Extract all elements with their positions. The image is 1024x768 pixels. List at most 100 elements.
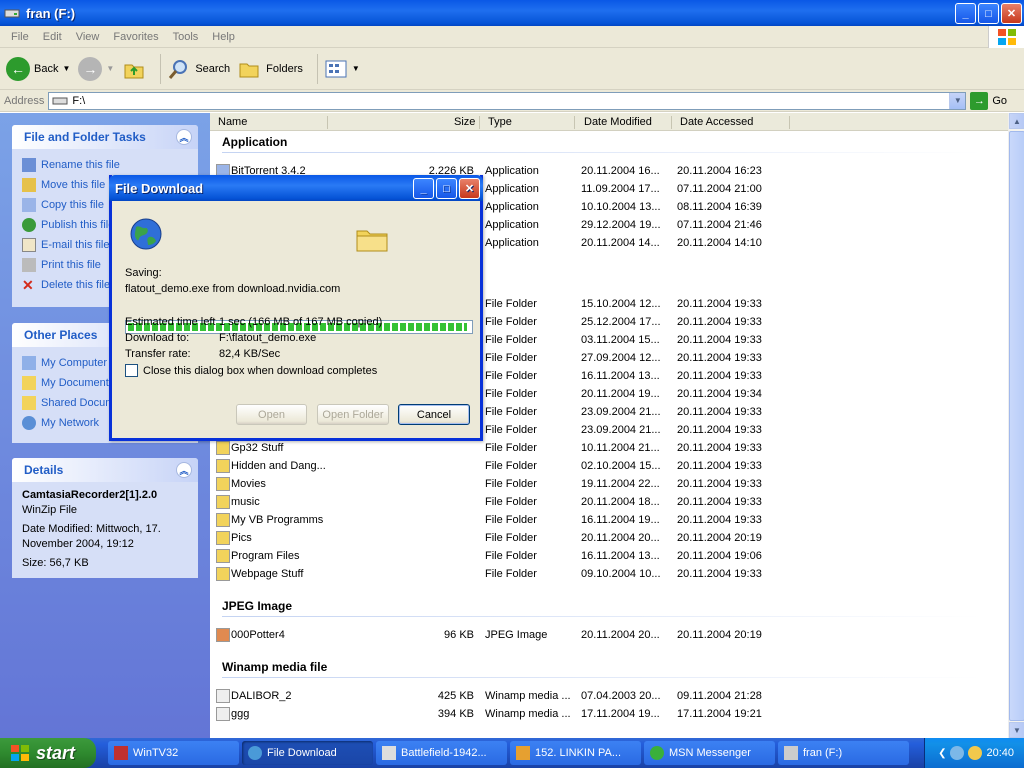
file-date-accessed: 20.11.2004 19:33 — [677, 316, 762, 328]
search-button[interactable]: Search — [167, 57, 230, 81]
col-type[interactable]: Type — [488, 116, 512, 128]
open-folder-button[interactable]: Open Folder — [317, 404, 389, 425]
file-name: ggg — [231, 708, 250, 720]
folders-button[interactable]: Folders — [238, 57, 303, 81]
file-row[interactable]: Movies File Folder 19.11.2004 22... 20.11.2… — [210, 476, 1008, 494]
audio-file-icon — [216, 689, 230, 703]
vertical-scrollbar[interactable]: ▲ ▼ — [1008, 113, 1024, 738]
dialog-close-button[interactable]: ✕ — [459, 178, 480, 199]
file-row[interactable]: Webpage Stuff File Folder 09.10.2004 10...… — [210, 566, 1008, 584]
file-date-accessed: 20.11.2004 19:33 — [677, 424, 762, 436]
file-row[interactable]: DALIBOR_2 425 KB Winamp media ... 07.04.200… — [210, 688, 1008, 706]
window-titlebar[interactable]: fran (F:) _ □ ✕ — [0, 0, 1024, 26]
collapse-chevron-icon[interactable]: ︽ — [176, 129, 192, 145]
file-date-accessed: 20.11.2004 20:19 — [677, 629, 762, 641]
task-battlefield[interactable]: Battlefield-1942... — [376, 741, 507, 765]
menu-view[interactable]: View — [69, 31, 107, 43]
file-row[interactable]: music File Folder 20.11.2004 18... 20.11.20… — [210, 494, 1008, 512]
task-msn[interactable]: MSN Messenger — [644, 741, 775, 765]
file-date-accessed: 20.11.2004 19:33 — [677, 352, 762, 364]
destination-value: F:\flatout_demo.exe — [219, 332, 317, 344]
folder-icon — [216, 513, 230, 527]
file-type: File Folder — [485, 442, 537, 454]
details-modified: Date Modified: Mittwoch, 17. — [22, 523, 161, 535]
forward-button[interactable]: → ▼ — [78, 56, 114, 81]
open-button[interactable]: Open — [236, 404, 307, 425]
file-type: Winamp media ... — [485, 690, 571, 702]
back-dropdown-icon[interactable]: ▼ — [62, 64, 70, 73]
go-label: Go — [992, 94, 1008, 107]
destination-label: Download to: — [125, 332, 190, 344]
task-label: File Download — [267, 747, 337, 759]
scroll-thumb[interactable] — [1009, 131, 1024, 721]
checkbox-box[interactable] — [125, 364, 138, 377]
dialog-titlebar[interactable]: File Download _ □ ✕ — [109, 175, 483, 201]
clock[interactable]: 20:40 — [986, 747, 1014, 759]
menu-favorites[interactable]: Favorites — [106, 31, 165, 43]
file-date-modified: 07.04.2003 20... — [581, 690, 661, 702]
menu-file[interactable]: File — [4, 31, 36, 43]
col-name[interactable]: Name — [218, 116, 247, 128]
task-wintv[interactable]: WinTV32 — [108, 741, 239, 765]
file-date-modified: 02.10.2004 15... — [581, 460, 661, 472]
dialog-minimize-button[interactable]: _ — [413, 178, 434, 199]
address-input[interactable]: F:\ ▼ — [48, 91, 967, 110]
file-row[interactable]: Program Files File Folder 16.11.2004 13...… — [210, 548, 1008, 566]
task-explorer[interactable]: fran (F:) — [778, 741, 909, 765]
panel-header[interactable]: Details ︽ — [12, 458, 198, 482]
file-row[interactable]: Gp32 Stuff File Folder 10.11.2004 21... 20.… — [210, 440, 1008, 458]
address-dropdown-icon[interactable]: ▼ — [949, 92, 966, 109]
minimize-button[interactable]: _ — [955, 3, 976, 24]
file-size: 96 KB — [444, 629, 474, 641]
file-type: File Folder — [485, 478, 537, 490]
tray-expand-icon[interactable]: ❮ — [938, 748, 946, 759]
views-dropdown-icon[interactable]: ▼ — [352, 64, 360, 73]
dialog-maximize-button[interactable]: □ — [436, 178, 457, 199]
collapse-chevron-icon[interactable]: ︽ — [176, 462, 192, 478]
file-name: Pics — [231, 532, 252, 544]
tray-volume-icon[interactable] — [968, 746, 983, 760]
details-type: WinZip File — [22, 504, 78, 516]
file-date-modified: 20.11.2004 19... — [581, 388, 660, 400]
menu-edit[interactable]: Edit — [36, 31, 69, 43]
tray-network-icon[interactable] — [950, 746, 965, 760]
file-date-modified: 20.11.2004 14... — [581, 237, 660, 249]
up-folder-button[interactable] — [122, 57, 146, 81]
file-type: File Folder — [485, 334, 537, 346]
cancel-button[interactable]: Cancel — [398, 404, 470, 425]
file-type: File Folder — [485, 460, 537, 472]
folder-icon — [216, 459, 230, 473]
panel-header[interactable]: File and Folder Tasks ︽ — [12, 125, 198, 149]
scroll-down-icon[interactable]: ▼ — [1009, 722, 1024, 738]
go-button[interactable]: → Go — [970, 91, 1008, 110]
views-button[interactable]: ▼ — [324, 57, 360, 81]
address-value: F:\ — [72, 94, 86, 107]
windows-flag-icon — [11, 745, 29, 761]
document-icon — [382, 746, 396, 760]
file-date-modified: 09.10.2004 10... — [581, 568, 661, 580]
menu-tools[interactable]: Tools — [166, 31, 206, 43]
file-row[interactable]: ggg 394 KB Winamp media ... 17.11.2004 19..… — [210, 706, 1008, 724]
task-winamp[interactable]: 152. LINKIN PA... — [510, 741, 641, 765]
documents-folder-icon — [22, 376, 36, 390]
file-row[interactable]: Hidden and Dang... File Folder 02.10.2004 … — [210, 458, 1008, 476]
scroll-up-icon[interactable]: ▲ — [1009, 113, 1024, 129]
back-button[interactable]: ← Back ▼ — [6, 56, 70, 81]
task-label: 152. LINKIN PA... — [535, 747, 622, 759]
start-button[interactable]: start — [0, 738, 96, 768]
menu-help[interactable]: Help — [205, 31, 242, 43]
file-row[interactable]: 000Potter4 96 KB JPEG Image 20.11.2004 20..… — [210, 627, 1008, 645]
file-row[interactable]: My VB Programms File Folder 16.11.2004 19.… — [210, 512, 1008, 530]
col-date-modified[interactable]: Date Modified — [584, 116, 652, 128]
close-when-complete-checkbox[interactable]: Close this dialog box when download comp… — [125, 364, 377, 377]
task-file-download[interactable]: File Download — [242, 741, 373, 765]
col-size[interactable]: Size — [454, 116, 475, 128]
close-button[interactable]: ✕ — [1001, 3, 1022, 24]
forward-dropdown-icon[interactable]: ▼ — [106, 64, 114, 73]
col-date-accessed[interactable]: Date Accessed — [680, 116, 753, 128]
maximize-button[interactable]: □ — [978, 3, 999, 24]
task-rename[interactable]: Rename this file — [22, 155, 188, 175]
file-row[interactable]: Pics File Folder 20.11.2004 20... 20.11.200… — [210, 530, 1008, 548]
file-date-accessed: 20.11.2004 19:33 — [677, 568, 762, 580]
file-date-accessed: 09.11.2004 21:28 — [677, 690, 762, 702]
